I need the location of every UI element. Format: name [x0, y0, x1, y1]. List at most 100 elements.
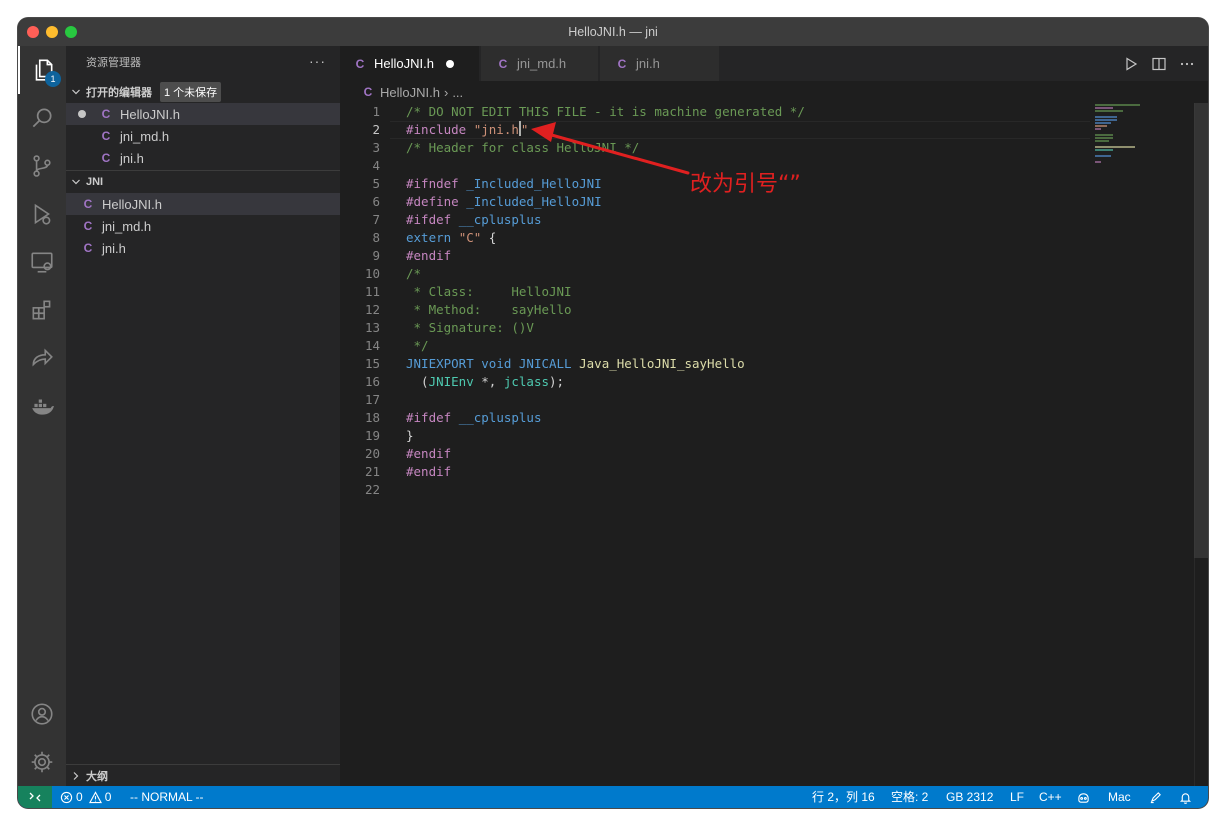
line-number: 18	[364, 410, 380, 425]
manage-activity[interactable]	[18, 738, 66, 786]
tab-jni-md[interactable]: C jni_md.h	[481, 46, 599, 81]
code-line: 17	[340, 391, 1110, 409]
code-directive: #ifndef	[406, 176, 459, 191]
vscode-window: HelloJNI.h — jni 1 资源管理器 ··· 打开的编辑器 1 个未…	[18, 18, 1208, 808]
code-comment: * Signature: ()V	[406, 320, 534, 335]
minimap[interactable]	[1095, 103, 1195, 163]
open-editors-header[interactable]: 打开的编辑器 1 个未保存	[66, 81, 340, 103]
vim-mode: -- NORMAL --	[130, 790, 204, 804]
more-actions-button[interactable]	[1178, 55, 1196, 73]
file-tree-item[interactable]: C jni_md.h	[66, 215, 340, 237]
code-string: "C"	[458, 230, 482, 245]
outline-header[interactable]: 大纲	[66, 765, 340, 787]
open-editor-label: jni.h	[120, 150, 144, 166]
code-line: 18 #ifdef __cplusplus	[340, 409, 1110, 427]
line-number: 15	[364, 356, 380, 371]
line-number: 6	[372, 194, 380, 209]
open-editor-label: HelloJNI.h	[120, 106, 180, 122]
live-share-activity[interactable]	[18, 334, 66, 382]
editor-actions	[1122, 46, 1208, 81]
language-mode[interactable]: C++	[1039, 786, 1062, 808]
breadcrumb: C HelloJNI.h › ...	[340, 81, 1208, 103]
line-number: 13	[364, 320, 380, 335]
code-line: 20 #endif	[340, 445, 1110, 463]
code-keyword: JNICALL	[518, 356, 572, 371]
breadcrumb-symbol[interactable]: ...	[452, 85, 463, 100]
code-macro: _Included_HelloJNI	[466, 176, 602, 191]
tab-hellojni[interactable]: C HelloJNI.h	[340, 46, 480, 81]
feedback-icon	[1150, 791, 1161, 803]
problems-indicator[interactable]: 0 0	[60, 786, 111, 808]
error-icon	[60, 791, 73, 803]
file-tree-label: jni_md.h	[102, 218, 152, 234]
end-of-line[interactable]: LF	[1010, 786, 1024, 808]
code-punct: (	[406, 374, 429, 389]
code-editor[interactable]: 1 /* DO NOT EDIT THIS FILE - it is machin…	[340, 103, 1208, 786]
live-share-icon	[32, 348, 53, 367]
code-keyword: void	[481, 356, 512, 371]
docker-activity[interactable]	[18, 382, 66, 430]
code-directive: #endif	[406, 248, 452, 263]
code-directive: #define	[406, 194, 459, 209]
breadcrumb-file[interactable]: HelloJNI.h	[380, 85, 440, 100]
gear-icon	[31, 751, 53, 773]
line-number: 5	[372, 176, 380, 191]
docker-icon	[32, 399, 54, 415]
account-icon	[31, 703, 53, 725]
run-debug-activity[interactable]	[18, 190, 66, 238]
code-line: 21 #endif	[340, 463, 1110, 481]
unsaved-dot-icon[interactable]	[445, 59, 454, 68]
file-tree-item[interactable]: C jni.h	[66, 237, 340, 259]
editor-tabs: C HelloJNI.h C jni_md.h C jni.h	[340, 46, 1208, 81]
file-tree-item[interactable]: C HelloJNI.h	[66, 193, 340, 215]
notifications-button[interactable]	[1179, 786, 1192, 808]
open-editor-item[interactable]: C jni_md.h	[66, 125, 340, 147]
outline-label: 大纲	[86, 771, 108, 783]
code-comment: /* DO NOT EDIT THIS FILE - it is machine…	[406, 104, 805, 119]
search-icon	[32, 108, 52, 128]
open-editor-item[interactable]: C HelloJNI.h	[66, 103, 340, 125]
line-number: 1	[372, 104, 380, 119]
code-line: 3 /* Header for class HelloJNI */	[340, 139, 1110, 157]
tab-label: HelloJNI.h	[374, 56, 434, 71]
sidebar-more-button[interactable]: ···	[309, 46, 326, 80]
search-activity[interactable]	[18, 94, 66, 142]
code-directive: #endif	[406, 464, 452, 479]
explorer-activity[interactable]: 1	[18, 46, 66, 94]
line-number: 11	[364, 284, 380, 299]
platform-indicator[interactable]: Mac	[1108, 786, 1131, 808]
cursor-position[interactable]: 行 2，列 16	[812, 786, 875, 808]
open-editor-item[interactable]: C jni.h	[66, 147, 340, 169]
code-macro: _Included_HelloJNI	[466, 194, 602, 209]
line-number: 16	[364, 374, 380, 389]
line-number: 21	[364, 464, 380, 479]
code-comment: */	[406, 338, 429, 353]
line-number: 7	[372, 212, 380, 227]
code-macro: __cplusplus	[458, 410, 542, 425]
c-file-icon: C	[83, 197, 93, 211]
accounts-activity[interactable]	[18, 690, 66, 738]
c-file-icon: C	[498, 56, 508, 71]
feedback-button[interactable]	[1149, 786, 1162, 808]
split-editor-button[interactable]	[1150, 55, 1168, 73]
code-comment: /*	[406, 266, 422, 281]
tab-jni[interactable]: C jni.h	[600, 46, 720, 81]
indentation[interactable]: 空格: 2	[891, 786, 928, 808]
copilot-button[interactable]	[1077, 786, 1090, 808]
code-macro: __cplusplus	[458, 212, 542, 227]
remote-indicator-button[interactable]	[18, 786, 52, 808]
extensions-activity[interactable]	[18, 286, 66, 334]
unsaved-dot-icon[interactable]	[78, 110, 86, 118]
file-encoding[interactable]: GB 2312	[946, 786, 993, 808]
scrollbar-thumb[interactable]	[1194, 103, 1208, 558]
code-function: Java_HelloJNI_sayHello	[579, 356, 745, 371]
source-control-activity[interactable]	[18, 142, 66, 190]
tab-label: jni.h	[636, 56, 660, 71]
run-button[interactable]	[1122, 55, 1140, 73]
code-line: 12 * Method: sayHello	[340, 301, 1110, 319]
folder-header[interactable]: JNI	[66, 171, 340, 193]
c-file-icon: C	[83, 241, 93, 255]
editor-scrollbar[interactable]	[1194, 103, 1208, 786]
remote-explorer-activity[interactable]	[18, 238, 66, 286]
file-tree-label: HelloJNI.h	[102, 196, 162, 212]
